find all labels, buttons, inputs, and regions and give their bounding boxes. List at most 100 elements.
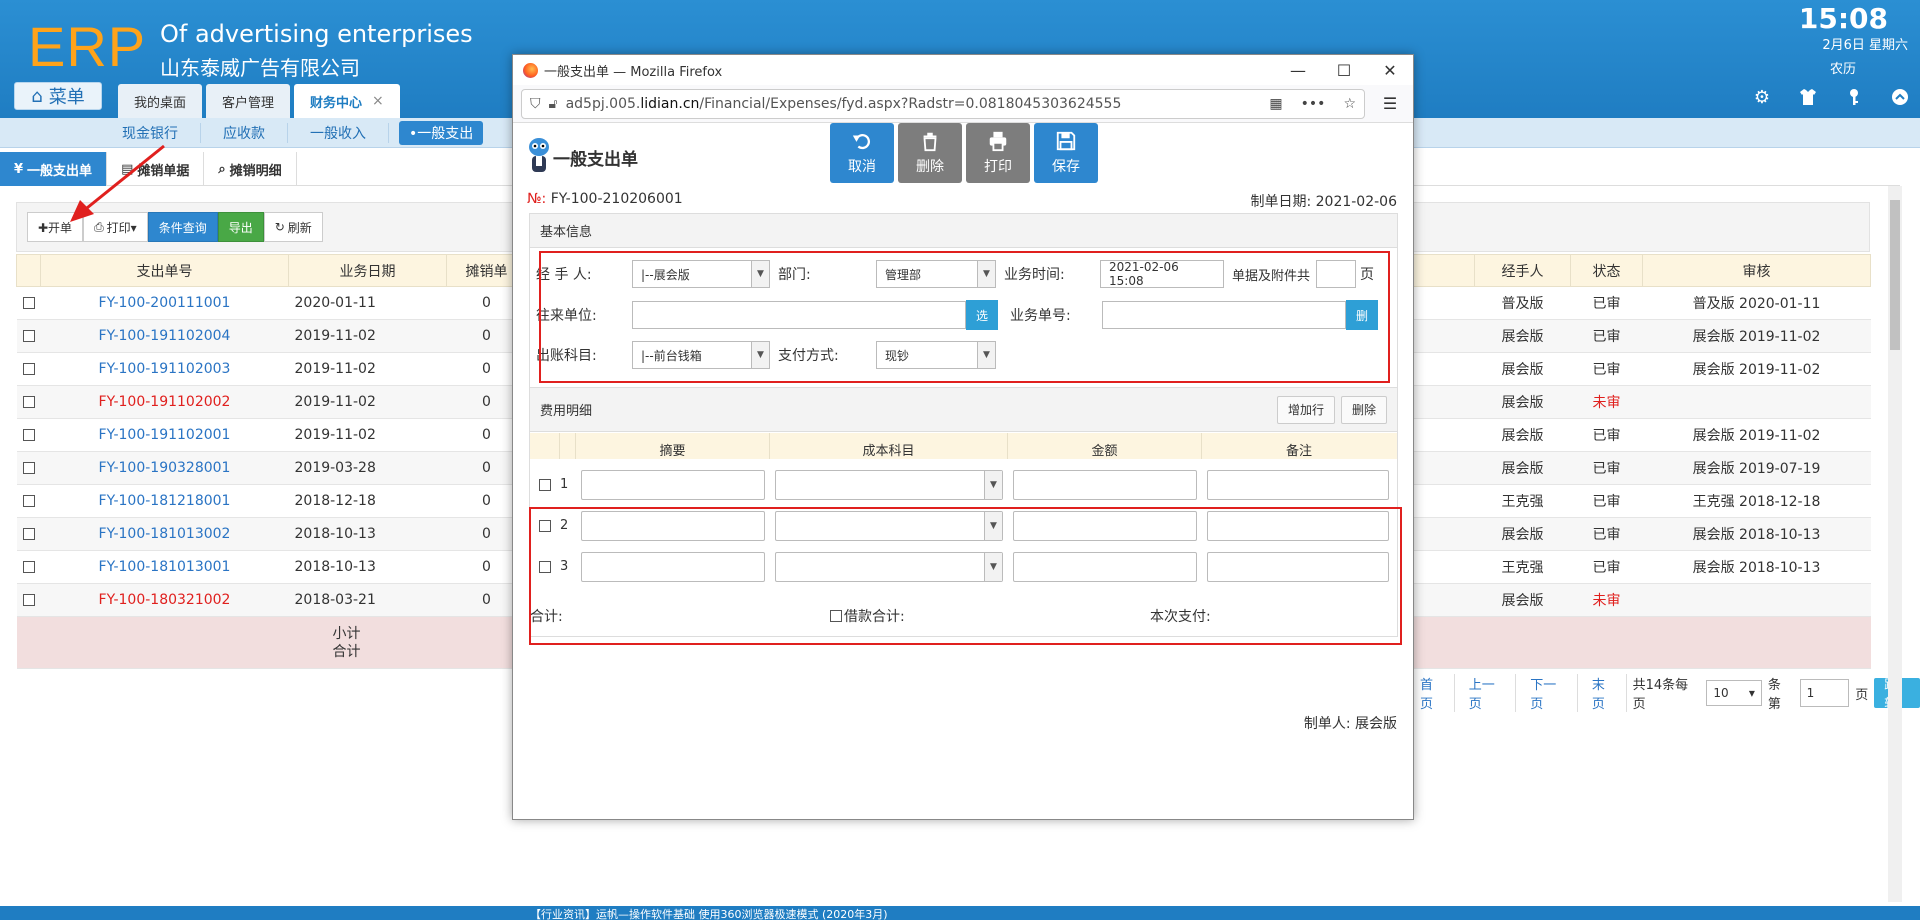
expense-no-link[interactable]: FY-100-191102003 [40, 352, 289, 386]
cost-account-select[interactable]: ▼ [775, 469, 1003, 500]
row-checkbox-cell[interactable] [16, 484, 41, 518]
expense-no-link[interactable]: FY-100-191102002 [40, 385, 289, 419]
row-checkbox-cell[interactable] [16, 517, 41, 551]
star-icon[interactable]: ☆ [1343, 96, 1356, 112]
tab-desktop[interactable]: 我的桌面 [118, 84, 203, 118]
export-button[interactable]: 导出 [217, 212, 264, 242]
next-page-link[interactable]: 下一页 [1522, 674, 1578, 712]
save-icon [1056, 131, 1076, 151]
expense-no-link[interactable]: FY-100-181013002 [40, 517, 289, 551]
col-status[interactable]: 状态 [1570, 254, 1643, 287]
handler: 王克强 [1474, 484, 1571, 518]
row-checkbox-cell[interactable] [16, 583, 41, 617]
audit-info [1642, 583, 1871, 617]
shirt-icon[interactable] [1798, 88, 1818, 108]
gear-icon[interactable]: ⚙ [1752, 88, 1772, 108]
row-checkbox-cell[interactable] [16, 352, 41, 386]
erp-logo: ERP [28, 15, 147, 78]
qr-code-icon[interactable]: ▦ [1269, 96, 1282, 112]
refresh-button[interactable]: ↻ 刷新 [263, 212, 323, 242]
key-icon[interactable] [1844, 88, 1864, 108]
print-button[interactable]: 打印 [966, 123, 1030, 183]
row-checkbox[interactable] [22, 495, 35, 507]
status-badge: 已审 [1570, 550, 1643, 584]
expense-no-link[interactable]: FY-100-181013001 [40, 550, 289, 584]
bill-date: 制单日期: 2021-02-06 [1250, 194, 1397, 210]
expense-no-link[interactable]: FY-100-191102001 [40, 418, 289, 452]
expense-form: 一般支出单 取消 删除 打印 保存 №: FY-100-210206001 制单… [513, 123, 1413, 819]
expense-no-link[interactable]: FY-100-200111001 [40, 286, 289, 320]
status-badge: 已审 [1570, 484, 1643, 518]
row-checkbox-cell[interactable] [16, 319, 41, 353]
trash-icon [923, 132, 937, 152]
col-audit[interactable]: 审核 [1642, 254, 1871, 287]
delete-button[interactable]: 删除 [898, 123, 962, 183]
more-icon[interactable]: ••• [1301, 96, 1326, 112]
subnav-income[interactable]: 一般收入 [288, 122, 389, 143]
detail-row-checkbox[interactable] [539, 478, 551, 491]
row-checkbox[interactable] [22, 363, 35, 375]
hamburger-menu-icon[interactable]: ☰ [1375, 94, 1405, 113]
popup-titlebar[interactable]: 一般支出单 — Mozilla Firefox — ☐ ✕ [513, 55, 1413, 85]
bottom-news[interactable]: 【行业资讯】运帆—操作软件基础 使用360浏览器极速模式 (2020年3月) [530, 906, 888, 920]
page-size-select[interactable]: 10 ▾ [1706, 680, 1762, 706]
row-checkbox[interactable] [22, 330, 35, 342]
url-field[interactable]: ⛉ 🔓︎ ad5pj.005.lidian.cn/Financial/Expen… [521, 88, 1365, 119]
last-page-link[interactable]: 末页 [1584, 674, 1627, 712]
subnav-receivable[interactable]: 应收款 [201, 122, 288, 143]
subnav-expense[interactable]: •一般支出 [399, 120, 484, 145]
add-row-button[interactable]: 增加行 [1276, 395, 1335, 424]
row-checkbox[interactable] [22, 528, 35, 540]
audit-info [1642, 385, 1871, 419]
row-checkbox-cell[interactable] [16, 550, 41, 584]
tab-customer[interactable]: 客户管理 [206, 84, 291, 118]
minimize-icon[interactable]: — [1275, 55, 1321, 85]
row-checkbox[interactable] [22, 297, 35, 309]
maker: 制单人: 展会版 [1303, 716, 1397, 732]
row-checkbox-cell[interactable] [16, 286, 41, 320]
page-scrollbar[interactable] [1888, 186, 1902, 902]
col-no[interactable]: 支出单号 [40, 254, 289, 287]
expense-no-link[interactable]: FY-100-191102004 [40, 319, 289, 353]
prev-page-link[interactable]: 上一页 [1461, 674, 1517, 712]
row-checkbox[interactable] [22, 462, 35, 474]
status-badge: 已审 [1570, 418, 1643, 452]
insecure-lock-icon: 🔓︎ [548, 95, 558, 112]
row-checkbox-cell[interactable] [16, 385, 41, 419]
save-button[interactable]: 保存 [1034, 123, 1098, 183]
handler: 展会版 [1474, 319, 1571, 353]
detail-title: 费用明细 增加行 删除 [530, 388, 1397, 432]
amount-input[interactable] [1013, 469, 1197, 500]
business-date: 2018-10-13 [288, 517, 447, 551]
col-handler[interactable]: 经手人 [1474, 254, 1571, 287]
page-number-input[interactable]: 1 [1799, 679, 1850, 707]
row-checkbox[interactable] [22, 561, 35, 573]
row-checkbox-cell[interactable] [16, 418, 41, 452]
col-date[interactable]: 业务日期 [288, 254, 447, 287]
expense-no-link[interactable]: FY-100-190328001 [40, 451, 289, 485]
status-badge: 已审 [1570, 451, 1643, 485]
summary-input[interactable] [581, 469, 765, 500]
business-date: 2019-11-02 [288, 319, 447, 353]
first-page-link[interactable]: 首页 [1412, 674, 1455, 712]
scrollbar-thumb[interactable] [1890, 200, 1900, 350]
row-checkbox[interactable] [22, 429, 35, 441]
menu-button[interactable]: ⌂ 菜单 [14, 82, 102, 110]
tab-finance[interactable]: 财务中心 × [294, 84, 400, 118]
page-tab-amortization-detail[interactable]: ⌕ 摊销明细 [204, 152, 297, 186]
close-icon[interactable]: × [372, 93, 384, 109]
refresh-icon: ↻ [274, 220, 285, 234]
maximize-icon[interactable]: ☐ [1321, 55, 1367, 85]
expense-no-link[interactable]: FY-100-180321002 [40, 583, 289, 617]
remark-input[interactable] [1207, 469, 1389, 500]
col-check [16, 254, 41, 287]
top-icons: ⚙ [1752, 88, 1910, 108]
row-checkbox[interactable] [22, 396, 35, 408]
delete-row-button[interactable]: 删除 [1340, 395, 1387, 424]
row-checkbox[interactable] [22, 594, 35, 606]
cancel-button[interactable]: 取消 [830, 123, 894, 183]
close-window-icon[interactable]: ✕ [1367, 55, 1413, 85]
chevron-up-icon[interactable] [1890, 88, 1910, 108]
row-checkbox-cell[interactable] [16, 451, 41, 485]
expense-no-link[interactable]: FY-100-181218001 [40, 484, 289, 518]
